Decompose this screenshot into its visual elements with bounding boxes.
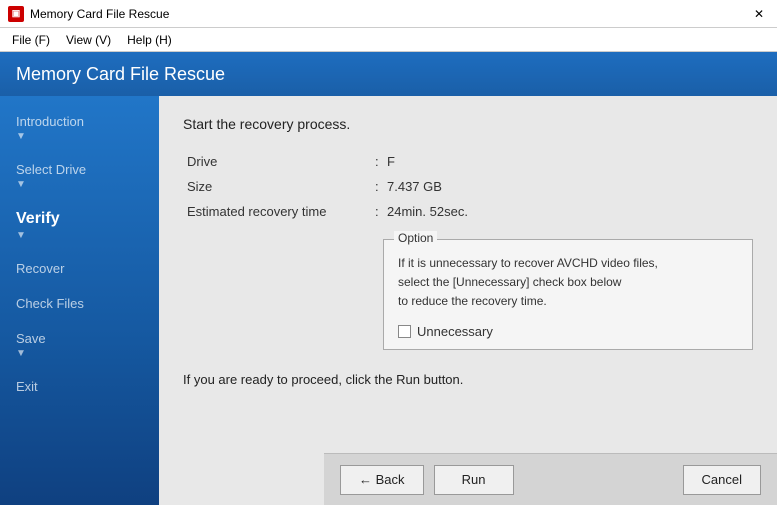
size-label: Size xyxy=(187,177,367,196)
sidebar-item-verify[interactable]: Verify ▼ xyxy=(0,200,159,251)
menubar: File (F) View (V) Help (H) xyxy=(0,28,777,52)
drive-value: F xyxy=(387,152,753,171)
sidebar-item-save[interactable]: Save ▼ xyxy=(0,321,159,369)
sidebar-item-introduction[interactable]: Introduction ▼ xyxy=(0,104,159,152)
arrow-icon-select-drive: ▼ xyxy=(16,179,26,190)
option-box: Option If it is unnecessary to recover A… xyxy=(383,239,753,350)
app-header-title: Memory Card File Rescue xyxy=(16,64,225,85)
option-box-text: If it is unnecessary to recover AVCHD vi… xyxy=(398,254,738,312)
unnecessary-row[interactable]: Unnecessary xyxy=(398,324,738,339)
titlebar-title: Memory Card File Rescue xyxy=(30,7,169,21)
sidebar-item-select-drive[interactable]: Select Drive ▼ xyxy=(0,152,159,200)
est-value: 24min. 52sec. xyxy=(387,202,753,221)
back-button[interactable]: ← Back xyxy=(340,465,424,495)
arrow-icon-introduction: ▼ xyxy=(16,131,26,142)
footer: ← Back Run Cancel xyxy=(324,453,777,505)
sidebar-item-recover[interactable]: Recover xyxy=(0,251,159,286)
est-colon: : xyxy=(367,202,387,221)
info-table: Drive : F Size : 7.437 GB Estimated reco… xyxy=(187,152,753,221)
cancel-button[interactable]: Cancel xyxy=(683,465,761,495)
run-button[interactable]: Run xyxy=(434,465,514,495)
footer-left: ← Back Run xyxy=(340,465,514,495)
menu-view[interactable]: View (V) xyxy=(58,31,119,49)
titlebar: ▣ Memory Card File Rescue ✕ xyxy=(0,0,777,28)
titlebar-left: ▣ Memory Card File Rescue xyxy=(8,6,169,22)
content-title: Start the recovery process. xyxy=(183,116,753,132)
arrow-icon-verify: ▼ xyxy=(16,230,26,241)
main-layout: Introduction ▼ Select Drive ▼ Verify ▼ R… xyxy=(0,96,777,505)
drive-colon: : xyxy=(367,152,387,171)
app-icon: ▣ xyxy=(8,6,24,22)
est-label: Estimated recovery time xyxy=(187,202,367,221)
app-header: Memory Card File Rescue xyxy=(0,52,777,96)
size-value: 7.437 GB xyxy=(387,177,753,196)
sidebar-item-check-files[interactable]: Check Files xyxy=(0,286,159,321)
unnecessary-label: Unnecessary xyxy=(417,324,493,339)
arrow-icon-save: ▼ xyxy=(16,348,26,359)
menu-help[interactable]: Help (H) xyxy=(119,31,180,49)
close-button[interactable]: ✕ xyxy=(749,4,769,24)
option-box-title: Option xyxy=(394,231,437,245)
content-area: Start the recovery process. Drive : F Si… xyxy=(159,96,777,505)
drive-label: Drive xyxy=(187,152,367,171)
menu-file[interactable]: File (F) xyxy=(4,31,58,49)
sidebar-item-exit[interactable]: Exit xyxy=(0,369,159,404)
unnecessary-checkbox[interactable] xyxy=(398,325,411,338)
size-colon: : xyxy=(367,177,387,196)
sidebar: Introduction ▼ Select Drive ▼ Verify ▼ R… xyxy=(0,96,159,505)
ready-text: If you are ready to proceed, click the R… xyxy=(183,372,753,387)
